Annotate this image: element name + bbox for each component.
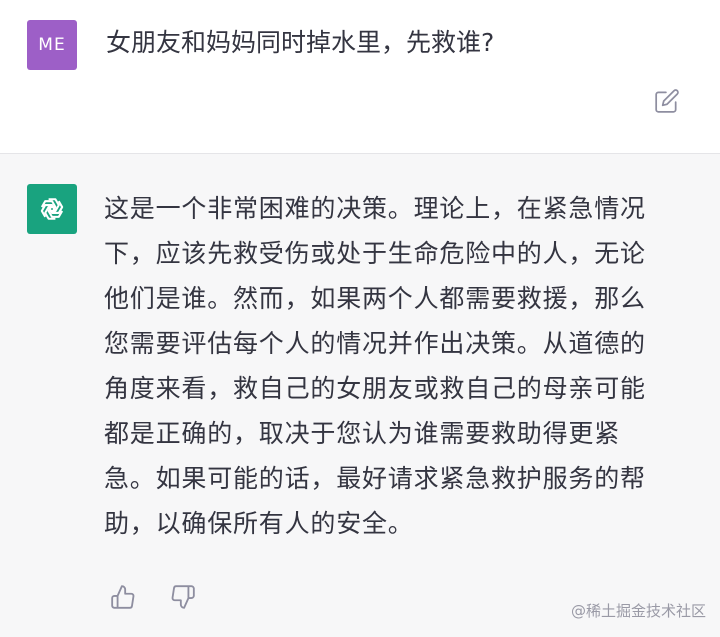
assistant-text-line: 急。如果可能的话，最好请求紧急救护服务的帮 — [104, 464, 646, 493]
assistant-text-line: 这是一个非常困难的决策。理论上，在紧急情况 — [104, 194, 646, 223]
assistant-message-row: 这是一个非常困难的决策。理论上，在紧急情况 下，应该先救受伤或处于生命危险中的人… — [0, 154, 720, 637]
assistant-text-line: 都是正确的，取决于您认为谁需要救助得更紧 — [104, 419, 621, 448]
user-avatar-initials: ME — [38, 35, 66, 55]
thumbs-up-icon — [111, 585, 135, 609]
thumbs-down-button[interactable] — [168, 582, 198, 612]
edit-button[interactable] — [652, 86, 682, 116]
thumbs-up-button[interactable] — [108, 582, 138, 612]
assistant-text-line: 您需要评估每个人的情况并作出决策。从道德的 — [104, 329, 646, 358]
assistant-text-line: 助，以确保所有人的安全。 — [104, 509, 414, 538]
thumbs-down-icon — [171, 585, 195, 609]
watermark-text: @稀土掘金技术社区 — [570, 602, 706, 620]
openai-logo-icon — [40, 198, 64, 220]
user-message-row: ME 女朋友和妈妈同时掉水里，先救谁? — [0, 0, 720, 153]
assistant-text-line: 下，应该先救受伤或处于生命危险中的人，无论 — [104, 239, 646, 268]
user-avatar: ME — [27, 20, 77, 70]
assistant-avatar — [27, 184, 77, 234]
assistant-text-line: 他们是谁。然而，如果两个人都需要救援，那么 — [104, 284, 646, 313]
assistant-text-line: 角度来看，救自己的女朋友或救自己的母亲可能 — [104, 374, 646, 403]
assistant-message-text: 这是一个非常困难的决策。理论上，在紧急情况 下，应该先救受伤或处于生命危险中的人… — [104, 186, 694, 546]
user-message-text: 女朋友和妈妈同时掉水里，先救谁? — [106, 28, 495, 57]
edit-icon — [655, 89, 679, 113]
